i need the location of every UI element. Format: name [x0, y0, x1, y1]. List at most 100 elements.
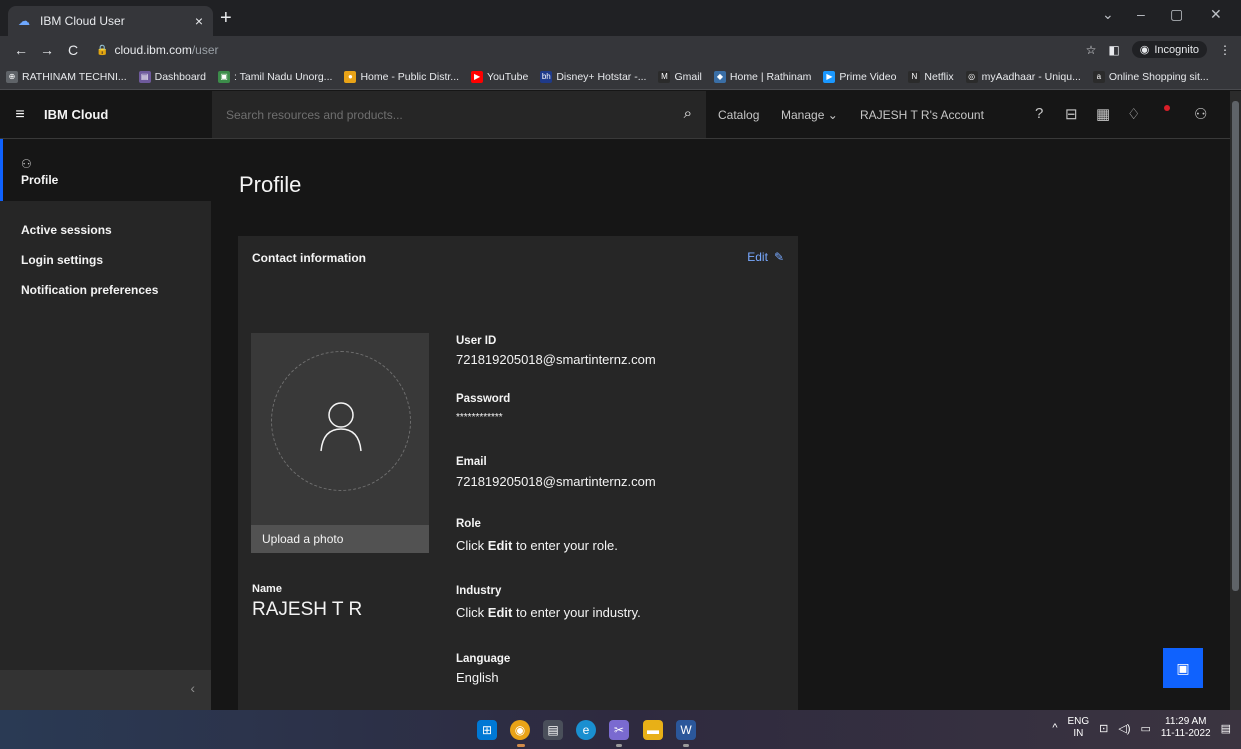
back-icon[interactable]: ← [8, 42, 34, 58]
industry-label: Industry [456, 585, 502, 597]
notification-icon[interactable]: ♢ [1127, 105, 1140, 123]
bookmark-label: Prime Video [839, 70, 897, 83]
role-value: Click Edit to enter your role. [456, 538, 618, 553]
password-label: Password [456, 393, 511, 405]
word-icon[interactable]: W [676, 720, 696, 740]
bookmark-favicon-icon: ▣ [218, 70, 230, 83]
sidebar-item-profile[interactable]: ⚇ Profile [0, 139, 211, 201]
bookmark-label: Gmail [674, 70, 702, 83]
windows-start-icon[interactable]: ⊞ [477, 720, 497, 740]
search-input[interactable]: Search resources and products... ⌕ [212, 91, 706, 138]
user-icon: ⚇ [21, 157, 32, 171]
snipping-tool-icon[interactable]: ✂ [609, 720, 629, 740]
bookmark-label: Home | Rathinam [729, 70, 812, 83]
sidebar-collapse-button[interactable]: ‹ [0, 670, 211, 710]
forward-icon[interactable]: → [34, 42, 60, 58]
side-panel-icon[interactable]: ◧ [1108, 43, 1119, 57]
bookmark-item[interactable]: bh Disney+ Hotstar -... [540, 70, 647, 83]
avatar [271, 351, 411, 491]
bookmark-label: Netflix [924, 70, 954, 83]
notification-center-icon[interactable]: ▤ [1221, 722, 1231, 735]
hamburger-menu-icon[interactable]: ≡ [0, 106, 40, 124]
user-profile-icon[interactable]: ⚇ [1194, 105, 1207, 123]
network-icon[interactable]: ⊡ [1099, 722, 1108, 735]
bookmark-label: : Tamil Nadu Unorg... [234, 70, 333, 83]
close-window-icon[interactable]: ✕ [1210, 6, 1222, 23]
tab-close-icon[interactable]: × [195, 13, 203, 29]
battery-icon[interactable]: ▭ [1141, 722, 1151, 735]
upload-photo-button[interactable]: Upload a photo [251, 525, 429, 553]
bookmark-favicon-icon: ● [344, 70, 357, 83]
bookmark-item[interactable]: ◎ myAadhaar - Uniqu... [965, 70, 1081, 83]
industry-prefix: Click [456, 605, 488, 620]
tab-title: IBM Cloud User [40, 14, 125, 28]
notification-badge [1164, 105, 1170, 111]
chat-support-button[interactable]: ▣ [1163, 648, 1203, 688]
page-title: Profile [239, 172, 302, 197]
bookmark-label: myAadhaar - Uniqu... [981, 70, 1081, 83]
address-bar: ← → C 🔒 cloud.ibm.com/user ☆ ◧ ◉ Incogni… [0, 36, 1241, 64]
bookmark-favicon-icon: N [908, 70, 921, 83]
edit-button[interactable]: Edit ✎ [747, 250, 784, 264]
industry-edit-link[interactable]: Edit [488, 605, 513, 620]
sidebar-item-login-settings[interactable]: Login settings [21, 253, 103, 267]
browser-tab-strip: ☁ IBM Cloud User × + ⌄ – ▢ ✕ [0, 0, 1241, 36]
bookmark-item[interactable]: N Netflix [908, 70, 954, 83]
file-app-icon[interactable]: ▤ [543, 720, 563, 740]
photo-placeholder: Upload a photo [251, 333, 429, 553]
sidebar-item-label: Profile [21, 173, 59, 187]
bookmark-label: Disney+ Hotstar -... [556, 70, 647, 83]
bookmark-favicon-icon: M [658, 70, 671, 83]
bookmark-item[interactable]: ⊕ RATHINAM TECHNI... [6, 70, 127, 83]
show-hidden-icons-chevron-icon[interactable]: ^ [1052, 722, 1057, 734]
cost-estimator-icon[interactable]: ⊟ [1065, 105, 1078, 123]
clock-date: 11-11-2022 [1160, 728, 1211, 739]
file-explorer-icon[interactable]: ▬ [643, 720, 663, 740]
brand-name[interactable]: IBM Cloud [40, 107, 212, 122]
sidebar-item-notification-preferences[interactable]: Notification preferences [21, 283, 158, 297]
bookmark-item[interactable]: ▶ Prime Video [823, 70, 897, 83]
sidebar-item-active-sessions[interactable]: Active sessions [21, 223, 112, 237]
bookmark-favicon-icon: ⊕ [6, 70, 18, 83]
tab-search-chevron-icon[interactable]: ⌄ [1102, 6, 1114, 23]
help-icon[interactable]: ? [1035, 105, 1043, 122]
language-value: English [456, 670, 499, 685]
active-app-indicator [517, 744, 525, 747]
bookmark-favicon-icon: ◎ [965, 70, 978, 83]
bookmark-item[interactable]: ◆ Home | Rathinam [713, 70, 812, 83]
reload-icon[interactable]: C [60, 42, 86, 58]
edge-icon[interactable]: e [576, 720, 596, 740]
new-tab-button[interactable]: + [220, 8, 232, 28]
minimize-icon[interactable]: – [1137, 6, 1145, 22]
incognito-badge[interactable]: ◉ Incognito [1131, 41, 1207, 58]
bookmark-item[interactable]: ▤ Dashboard [138, 70, 206, 83]
name-label: Name [252, 583, 282, 595]
lock-icon: 🔒 [96, 44, 109, 56]
system-tray: ^ ENG IN ⊡ ◁) ▭ 11:29 AM 11-11-2022 ▤ [1052, 716, 1231, 740]
manage-menu[interactable]: Manage ⌄ [781, 108, 838, 122]
language-indicator[interactable]: ENG IN [1068, 716, 1090, 740]
url-field[interactable]: 🔒 cloud.ibm.com/user [96, 43, 219, 57]
maximize-icon[interactable]: ▢ [1170, 6, 1183, 23]
bookmark-item[interactable]: a Online Shopping sit... [1092, 70, 1209, 83]
scrollbar-thumb[interactable] [1232, 101, 1239, 591]
catalog-link[interactable]: Catalog [718, 108, 759, 122]
volume-icon[interactable]: ◁) [1118, 722, 1130, 735]
page-scrollbar[interactable] [1230, 91, 1241, 710]
chrome-icon[interactable]: ◉ [510, 720, 530, 740]
search-icon[interactable]: ⌕ [684, 105, 692, 122]
account-switcher[interactable]: RAJESH T R's Account [860, 108, 984, 122]
browser-menu-icon[interactable]: ⋮ [1219, 43, 1231, 57]
user-id-label: User ID [456, 335, 497, 347]
industry-suffix: to enter your industry. [512, 605, 641, 620]
bookmark-item[interactable]: M Gmail [658, 70, 702, 83]
browser-tab[interactable]: ☁ IBM Cloud User × [8, 6, 213, 36]
bookmark-star-icon[interactable]: ☆ [1086, 43, 1097, 57]
clock[interactable]: 11:29 AM 11-11-2022 [1161, 716, 1211, 740]
password-value: ************ [456, 412, 503, 423]
bookmark-item[interactable]: ▶ YouTube [471, 70, 528, 83]
bookmark-item[interactable]: ● Home - Public Distr... [344, 70, 459, 83]
bookmark-item[interactable]: ▣ : Tamil Nadu Unorg... [218, 70, 333, 83]
calculator-icon[interactable]: ▦ [1096, 105, 1110, 123]
role-edit-link[interactable]: Edit [488, 538, 513, 553]
